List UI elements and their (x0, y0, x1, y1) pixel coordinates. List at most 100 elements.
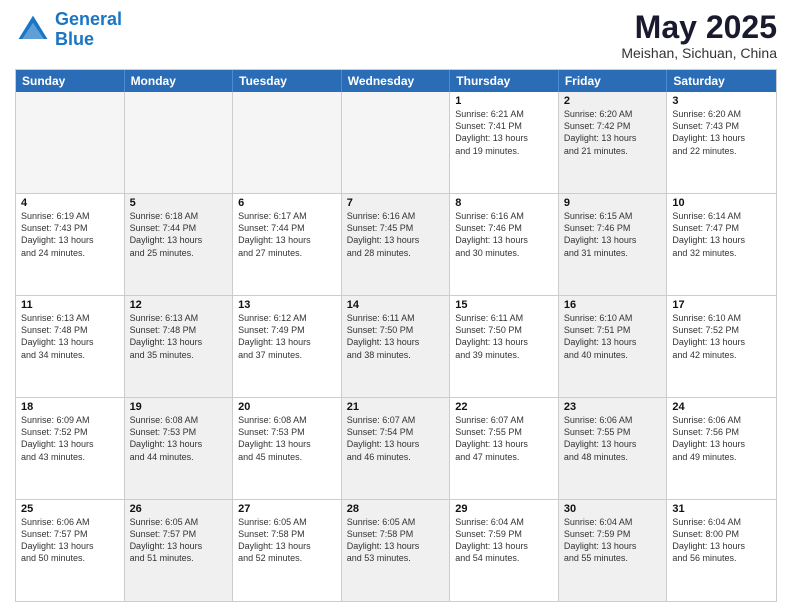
day-info: Sunrise: 6:09 AM Sunset: 7:52 PM Dayligh… (21, 414, 119, 463)
calendar-cell: 8Sunrise: 6:16 AM Sunset: 7:46 PM Daylig… (450, 194, 559, 295)
day-info: Sunrise: 6:06 AM Sunset: 7:56 PM Dayligh… (672, 414, 771, 463)
calendar-cell: 5Sunrise: 6:18 AM Sunset: 7:44 PM Daylig… (125, 194, 234, 295)
weekday-header: Friday (559, 70, 668, 92)
title-block: May 2025 Meishan, Sichuan, China (621, 10, 777, 61)
weekday-header: Saturday (667, 70, 776, 92)
day-info: Sunrise: 6:04 AM Sunset: 8:00 PM Dayligh… (672, 516, 771, 565)
calendar-cell: 31Sunrise: 6:04 AM Sunset: 8:00 PM Dayli… (667, 500, 776, 601)
day-info: Sunrise: 6:07 AM Sunset: 7:54 PM Dayligh… (347, 414, 445, 463)
location-title: Meishan, Sichuan, China (621, 45, 777, 61)
day-info: Sunrise: 6:08 AM Sunset: 7:53 PM Dayligh… (238, 414, 336, 463)
logo-icon (15, 12, 51, 48)
calendar-cell: 9Sunrise: 6:15 AM Sunset: 7:46 PM Daylig… (559, 194, 668, 295)
calendar-cell: 21Sunrise: 6:07 AM Sunset: 7:54 PM Dayli… (342, 398, 451, 499)
day-info: Sunrise: 6:04 AM Sunset: 7:59 PM Dayligh… (564, 516, 662, 565)
day-number: 8 (455, 197, 553, 209)
day-info: Sunrise: 6:13 AM Sunset: 7:48 PM Dayligh… (21, 312, 119, 361)
day-number: 25 (21, 503, 119, 515)
day-number: 24 (672, 401, 771, 413)
day-info: Sunrise: 6:20 AM Sunset: 7:42 PM Dayligh… (564, 108, 662, 157)
logo-line1: General (55, 9, 122, 29)
calendar-cell: 4Sunrise: 6:19 AM Sunset: 7:43 PM Daylig… (16, 194, 125, 295)
calendar-cell: 20Sunrise: 6:08 AM Sunset: 7:53 PM Dayli… (233, 398, 342, 499)
calendar-row: 25Sunrise: 6:06 AM Sunset: 7:57 PM Dayli… (16, 499, 776, 601)
calendar-cell (342, 92, 451, 193)
calendar-cell: 13Sunrise: 6:12 AM Sunset: 7:49 PM Dayli… (233, 296, 342, 397)
calendar-cell: 7Sunrise: 6:16 AM Sunset: 7:45 PM Daylig… (342, 194, 451, 295)
logo-line2: Blue (55, 29, 94, 49)
day-number: 14 (347, 299, 445, 311)
day-number: 1 (455, 95, 553, 107)
calendar-cell: 22Sunrise: 6:07 AM Sunset: 7:55 PM Dayli… (450, 398, 559, 499)
calendar-cell: 25Sunrise: 6:06 AM Sunset: 7:57 PM Dayli… (16, 500, 125, 601)
page: General Blue May 2025 Meishan, Sichuan, … (0, 0, 792, 612)
calendar-row: 11Sunrise: 6:13 AM Sunset: 7:48 PM Dayli… (16, 295, 776, 397)
day-number: 19 (130, 401, 228, 413)
day-number: 6 (238, 197, 336, 209)
day-number: 29 (455, 503, 553, 515)
calendar-cell: 15Sunrise: 6:11 AM Sunset: 7:50 PM Dayli… (450, 296, 559, 397)
calendar-cell (233, 92, 342, 193)
weekday-header: Thursday (450, 70, 559, 92)
day-info: Sunrise: 6:11 AM Sunset: 7:50 PM Dayligh… (347, 312, 445, 361)
day-info: Sunrise: 6:19 AM Sunset: 7:43 PM Dayligh… (21, 210, 119, 259)
calendar-cell: 30Sunrise: 6:04 AM Sunset: 7:59 PM Dayli… (559, 500, 668, 601)
day-number: 30 (564, 503, 662, 515)
day-number: 13 (238, 299, 336, 311)
calendar-cell: 16Sunrise: 6:10 AM Sunset: 7:51 PM Dayli… (559, 296, 668, 397)
day-info: Sunrise: 6:10 AM Sunset: 7:52 PM Dayligh… (672, 312, 771, 361)
calendar-row: 18Sunrise: 6:09 AM Sunset: 7:52 PM Dayli… (16, 397, 776, 499)
day-info: Sunrise: 6:06 AM Sunset: 7:57 PM Dayligh… (21, 516, 119, 565)
day-number: 10 (672, 197, 771, 209)
day-info: Sunrise: 6:17 AM Sunset: 7:44 PM Dayligh… (238, 210, 336, 259)
day-info: Sunrise: 6:13 AM Sunset: 7:48 PM Dayligh… (130, 312, 228, 361)
calendar-header: SundayMondayTuesdayWednesdayThursdayFrid… (16, 70, 776, 92)
calendar-cell: 2Sunrise: 6:20 AM Sunset: 7:42 PM Daylig… (559, 92, 668, 193)
day-info: Sunrise: 6:16 AM Sunset: 7:45 PM Dayligh… (347, 210, 445, 259)
day-number: 28 (347, 503, 445, 515)
day-number: 26 (130, 503, 228, 515)
day-number: 20 (238, 401, 336, 413)
day-info: Sunrise: 6:20 AM Sunset: 7:43 PM Dayligh… (672, 108, 771, 157)
day-info: Sunrise: 6:05 AM Sunset: 7:58 PM Dayligh… (238, 516, 336, 565)
calendar-cell: 26Sunrise: 6:05 AM Sunset: 7:57 PM Dayli… (125, 500, 234, 601)
calendar-cell: 27Sunrise: 6:05 AM Sunset: 7:58 PM Dayli… (233, 500, 342, 601)
calendar-cell: 1Sunrise: 6:21 AM Sunset: 7:41 PM Daylig… (450, 92, 559, 193)
day-number: 5 (130, 197, 228, 209)
day-number: 2 (564, 95, 662, 107)
day-info: Sunrise: 6:16 AM Sunset: 7:46 PM Dayligh… (455, 210, 553, 259)
day-info: Sunrise: 6:15 AM Sunset: 7:46 PM Dayligh… (564, 210, 662, 259)
month-title: May 2025 (621, 10, 777, 45)
weekday-header: Monday (125, 70, 234, 92)
day-info: Sunrise: 6:04 AM Sunset: 7:59 PM Dayligh… (455, 516, 553, 565)
logo-text: General Blue (55, 10, 122, 50)
calendar-cell (125, 92, 234, 193)
day-number: 16 (564, 299, 662, 311)
day-number: 4 (21, 197, 119, 209)
calendar-row: 4Sunrise: 6:19 AM Sunset: 7:43 PM Daylig… (16, 193, 776, 295)
weekday-header: Tuesday (233, 70, 342, 92)
calendar-cell: 28Sunrise: 6:05 AM Sunset: 7:58 PM Dayli… (342, 500, 451, 601)
calendar-cell: 6Sunrise: 6:17 AM Sunset: 7:44 PM Daylig… (233, 194, 342, 295)
calendar-cell: 12Sunrise: 6:13 AM Sunset: 7:48 PM Dayli… (125, 296, 234, 397)
weekday-header: Wednesday (342, 70, 451, 92)
day-number: 17 (672, 299, 771, 311)
calendar-cell: 29Sunrise: 6:04 AM Sunset: 7:59 PM Dayli… (450, 500, 559, 601)
day-info: Sunrise: 6:07 AM Sunset: 7:55 PM Dayligh… (455, 414, 553, 463)
day-number: 27 (238, 503, 336, 515)
day-number: 23 (564, 401, 662, 413)
calendar-cell: 19Sunrise: 6:08 AM Sunset: 7:53 PM Dayli… (125, 398, 234, 499)
calendar-cell: 18Sunrise: 6:09 AM Sunset: 7:52 PM Dayli… (16, 398, 125, 499)
day-info: Sunrise: 6:11 AM Sunset: 7:50 PM Dayligh… (455, 312, 553, 361)
day-info: Sunrise: 6:05 AM Sunset: 7:58 PM Dayligh… (347, 516, 445, 565)
day-info: Sunrise: 6:21 AM Sunset: 7:41 PM Dayligh… (455, 108, 553, 157)
day-number: 15 (455, 299, 553, 311)
day-number: 3 (672, 95, 771, 107)
calendar-cell: 24Sunrise: 6:06 AM Sunset: 7:56 PM Dayli… (667, 398, 776, 499)
day-info: Sunrise: 6:14 AM Sunset: 7:47 PM Dayligh… (672, 210, 771, 259)
calendar: SundayMondayTuesdayWednesdayThursdayFrid… (15, 69, 777, 602)
day-number: 11 (21, 299, 119, 311)
calendar-cell: 11Sunrise: 6:13 AM Sunset: 7:48 PM Dayli… (16, 296, 125, 397)
calendar-row: 1Sunrise: 6:21 AM Sunset: 7:41 PM Daylig… (16, 92, 776, 193)
day-number: 12 (130, 299, 228, 311)
